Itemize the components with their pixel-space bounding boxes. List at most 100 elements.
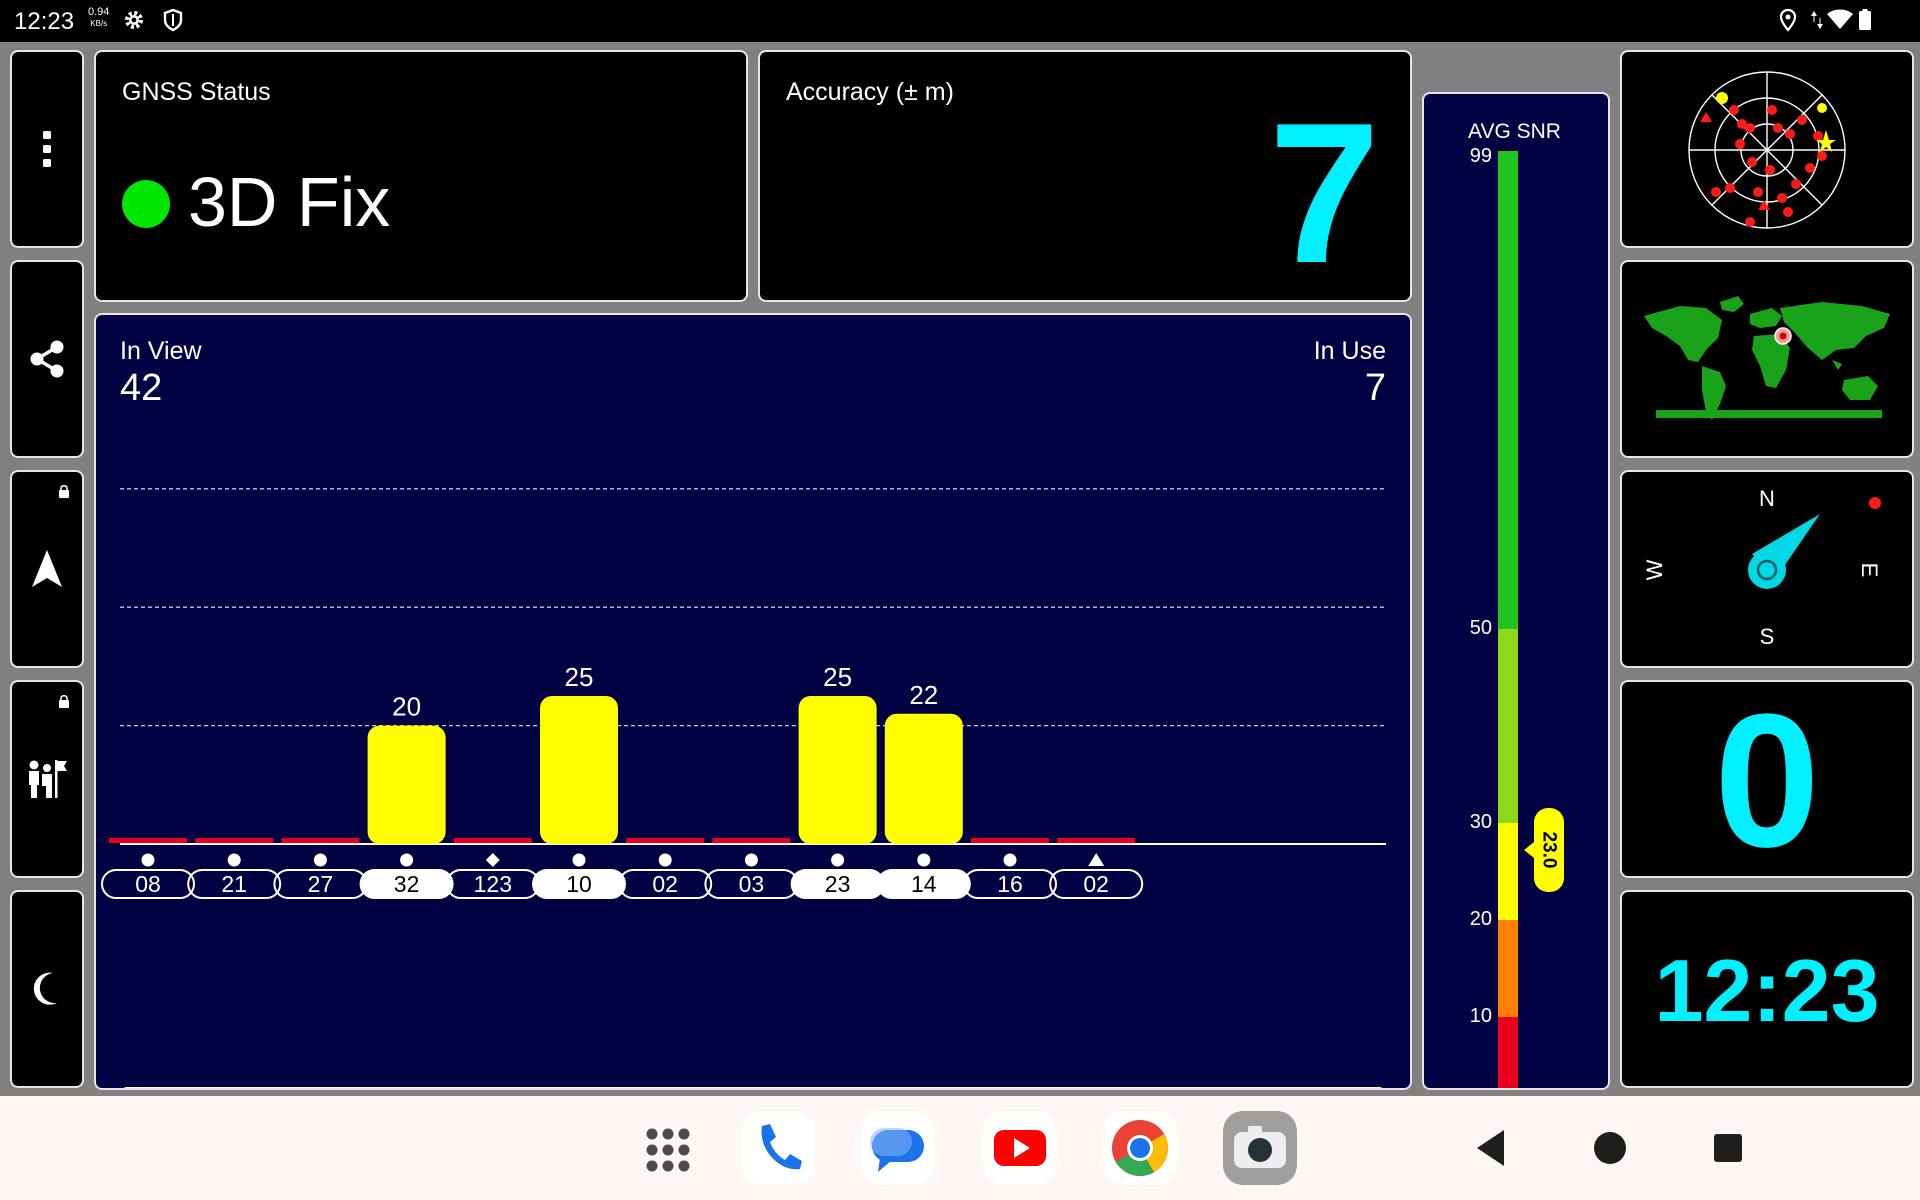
fix-indicator-dot bbox=[122, 180, 170, 228]
more-options-button[interactable] bbox=[10, 50, 84, 248]
signal-bar bbox=[540, 696, 618, 844]
snr-band-lightgreen bbox=[1498, 629, 1518, 823]
prn-label: 16 bbox=[997, 871, 1023, 897]
status-time: 12:23 bbox=[14, 8, 75, 35]
phone-icon[interactable] bbox=[740, 1110, 816, 1186]
snr-tick-50: 50 bbox=[1470, 617, 1492, 639]
signal-bar bbox=[798, 696, 877, 844]
world-map-tile[interactable] bbox=[1620, 260, 1914, 458]
avg-snr-title: AVG SNR bbox=[1468, 120, 1561, 143]
gnss-status-title: GNSS Status bbox=[122, 78, 271, 106]
messages-icon[interactable] bbox=[860, 1110, 936, 1186]
navigation-arrow-icon bbox=[32, 550, 62, 587]
home-icon[interactable] bbox=[1590, 1128, 1630, 1168]
shield-icon bbox=[163, 8, 183, 32]
gps-marker-icon bbox=[227, 853, 241, 867]
gnss-status-panel[interactable]: GNSS Status 3D Fix bbox=[94, 50, 748, 302]
vertical-dots-icon bbox=[43, 131, 51, 167]
bar-value-label: 25 bbox=[565, 662, 594, 692]
prn-label: 14 bbox=[911, 871, 937, 897]
signal-bar bbox=[367, 725, 446, 844]
share-icon bbox=[30, 340, 64, 378]
snr-tick-30: 30 bbox=[1470, 811, 1492, 833]
share-button[interactable] bbox=[10, 260, 84, 458]
prn-label: 123 bbox=[474, 871, 512, 897]
sbas-marker-icon bbox=[485, 853, 500, 867]
prn-label: 21 bbox=[221, 871, 247, 897]
gps-marker-icon bbox=[141, 853, 155, 867]
snr-tick-10: 10 bbox=[1470, 1005, 1492, 1027]
prn-label: 03 bbox=[739, 871, 765, 897]
taskbar bbox=[0, 1096, 1920, 1200]
world-map-icon bbox=[1644, 296, 1890, 420]
snr-value-label: 23.0 bbox=[1539, 832, 1560, 869]
lock-icon bbox=[59, 694, 69, 708]
speed-value: 0 bbox=[1714, 680, 1820, 878]
mark-location-button[interactable] bbox=[10, 680, 84, 878]
location-icon bbox=[1779, 8, 1797, 32]
signal-bar-empty bbox=[195, 838, 274, 843]
gps-marker-icon bbox=[572, 853, 586, 867]
sky-plot-tile[interactable] bbox=[1620, 50, 1914, 248]
gps-marker-icon bbox=[1003, 853, 1017, 867]
compass-target-dot bbox=[1869, 497, 1881, 509]
camera-icon[interactable] bbox=[1222, 1110, 1298, 1186]
gps-marker-icon bbox=[658, 853, 672, 867]
satellite-bar-chart: 08 21 27 20 32 123 25 10 02 03 25 23 22 14 16 02 bbox=[101, 488, 1386, 899]
prn-label: 23 bbox=[825, 871, 851, 897]
accuracy-panel[interactable]: Accuracy (± m) 7 bbox=[758, 50, 1412, 302]
signal-bar bbox=[884, 713, 963, 844]
snr-band-green bbox=[1498, 151, 1518, 629]
compass-e: E bbox=[1857, 563, 1882, 578]
clock-value: 12:23 bbox=[1654, 941, 1880, 1040]
prn-label: 10 bbox=[566, 871, 592, 897]
snr-tick-99: 99 bbox=[1470, 145, 1492, 167]
bar-value-label: 20 bbox=[392, 692, 421, 722]
prn-label: 27 bbox=[308, 871, 334, 897]
snr-band-yellow bbox=[1498, 823, 1518, 920]
back-icon[interactable] bbox=[1474, 1128, 1508, 1168]
chart-scrollbar-thumb[interactable] bbox=[122, 1089, 488, 1090]
avg-snr-gauge: 99 50 30 20 10 00 23.0 bbox=[1470, 145, 1564, 1088]
compass-icon: N S E W bbox=[1642, 486, 1882, 649]
net-speed: 0.94 KB/s bbox=[88, 6, 110, 29]
accuracy-title: Accuracy (± m) bbox=[786, 78, 954, 106]
recents-icon[interactable] bbox=[1712, 1128, 1746, 1168]
snr-band-red bbox=[1498, 1017, 1518, 1088]
signal-bar-empty bbox=[281, 838, 360, 843]
signal-bar-empty bbox=[626, 838, 705, 843]
youtube-icon[interactable] bbox=[982, 1110, 1058, 1186]
signal-bar-empty bbox=[453, 838, 532, 843]
compass-s: S bbox=[1760, 624, 1775, 649]
wifi-icon bbox=[1827, 9, 1853, 29]
app-drawer-icon[interactable] bbox=[630, 1110, 706, 1186]
battery-icon bbox=[1859, 9, 1871, 30]
gps-status-app: GNSS Status 3D Fix Accuracy (± m) 7 In V… bbox=[0, 42, 1920, 1096]
speed-tile[interactable]: 0 bbox=[1620, 680, 1914, 878]
gps-marker-icon bbox=[917, 853, 931, 867]
satellite-signal-panel[interactable]: In View 42 In Use 7 08 21 27 20 32 123 25 10 02 0… bbox=[94, 313, 1412, 1090]
signal-bar-empty bbox=[971, 838, 1049, 843]
compass-needle bbox=[1748, 514, 1820, 589]
bar-value-label: 22 bbox=[909, 680, 938, 710]
signal-bar-empty bbox=[1057, 838, 1136, 843]
compass-tile[interactable]: N S E W bbox=[1620, 470, 1914, 668]
gps-marker-icon bbox=[831, 853, 845, 867]
gps-marker-icon bbox=[400, 853, 414, 867]
prn-label: 32 bbox=[394, 871, 420, 897]
chrome-icon[interactable] bbox=[1102, 1110, 1178, 1186]
clock-tile[interactable]: 12:23 bbox=[1620, 890, 1914, 1088]
avg-snr-panel[interactable]: AVG SNR 99 50 30 20 10 00 23.0 bbox=[1422, 92, 1610, 1090]
snr-value-pointer: 23.0 bbox=[1524, 808, 1564, 892]
night-mode-button[interactable] bbox=[10, 890, 84, 1088]
navigation-button[interactable] bbox=[10, 470, 84, 668]
data-arrows-icon bbox=[1811, 11, 1823, 29]
snr-band-orange bbox=[1498, 920, 1518, 1017]
accuracy-value: 7 bbox=[1268, 82, 1380, 302]
compass-n: N bbox=[1759, 486, 1775, 511]
settings-gear-icon[interactable] bbox=[122, 8, 146, 32]
signal-bar-empty bbox=[712, 838, 791, 843]
compass-w: W bbox=[1642, 559, 1667, 580]
lock-icon bbox=[59, 484, 69, 498]
chart-scrollbar[interactable] bbox=[120, 1087, 1386, 1090]
